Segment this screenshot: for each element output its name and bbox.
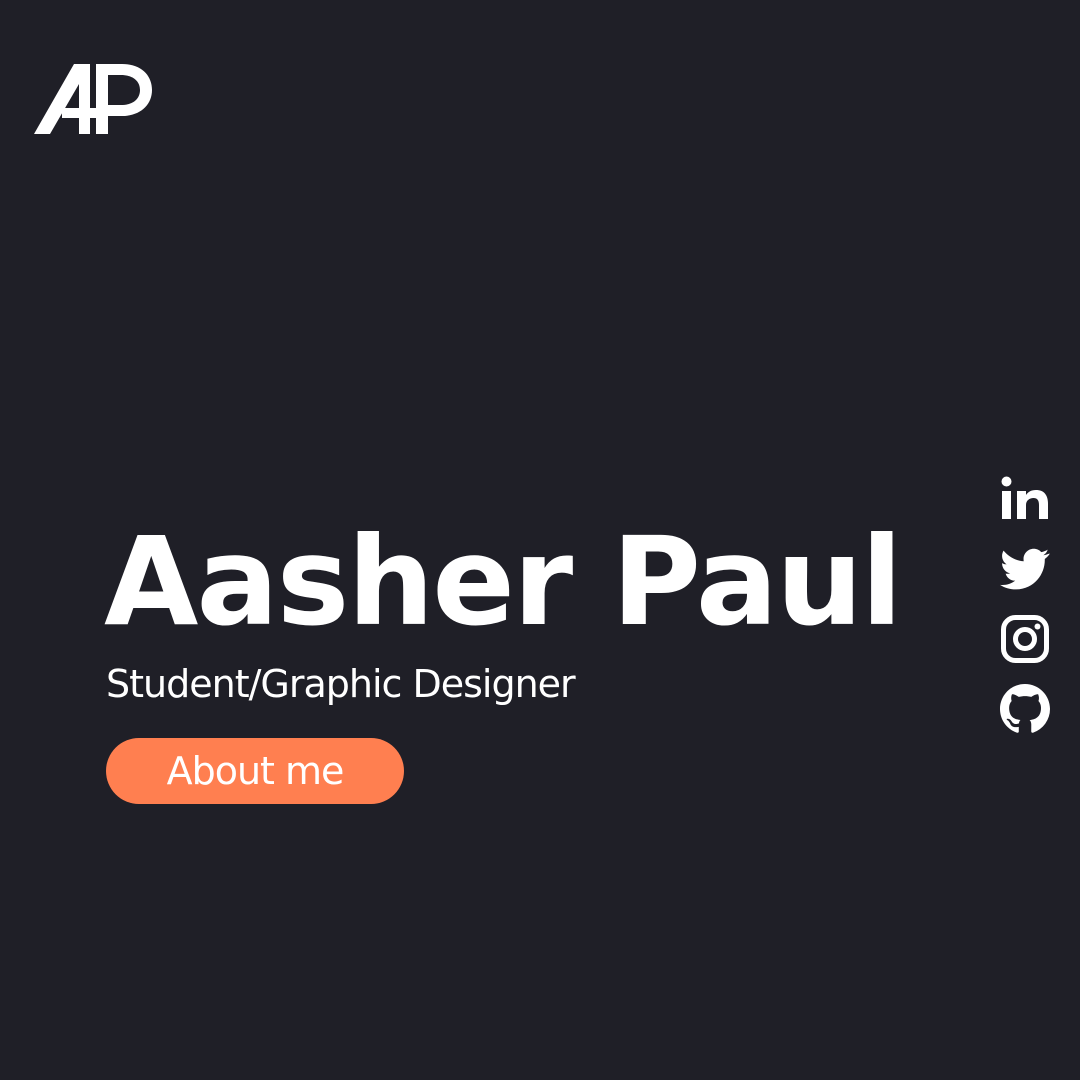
instagram-icon [1001, 615, 1049, 663]
hero-subtitle: Student/Graphic Designer [106, 662, 576, 706]
ap-logo[interactable] [34, 64, 152, 134]
twitter-icon [1000, 548, 1050, 590]
hero-name: Aasher Paul [104, 511, 903, 653]
instagram-link[interactable] [1000, 614, 1050, 664]
github-link[interactable] [1000, 684, 1050, 734]
about-me-button[interactable]: About me [106, 738, 404, 804]
linkedin-link[interactable] [1000, 474, 1050, 524]
linkedin-icon [1001, 476, 1048, 519]
github-icon [1000, 684, 1050, 733]
hero-section: Aasher Paul Student/Graphic Designer Abo… [104, 512, 964, 804]
social-links [1000, 474, 1050, 734]
twitter-link[interactable] [1000, 544, 1050, 594]
ap-monogram-logo [34, 64, 152, 134]
